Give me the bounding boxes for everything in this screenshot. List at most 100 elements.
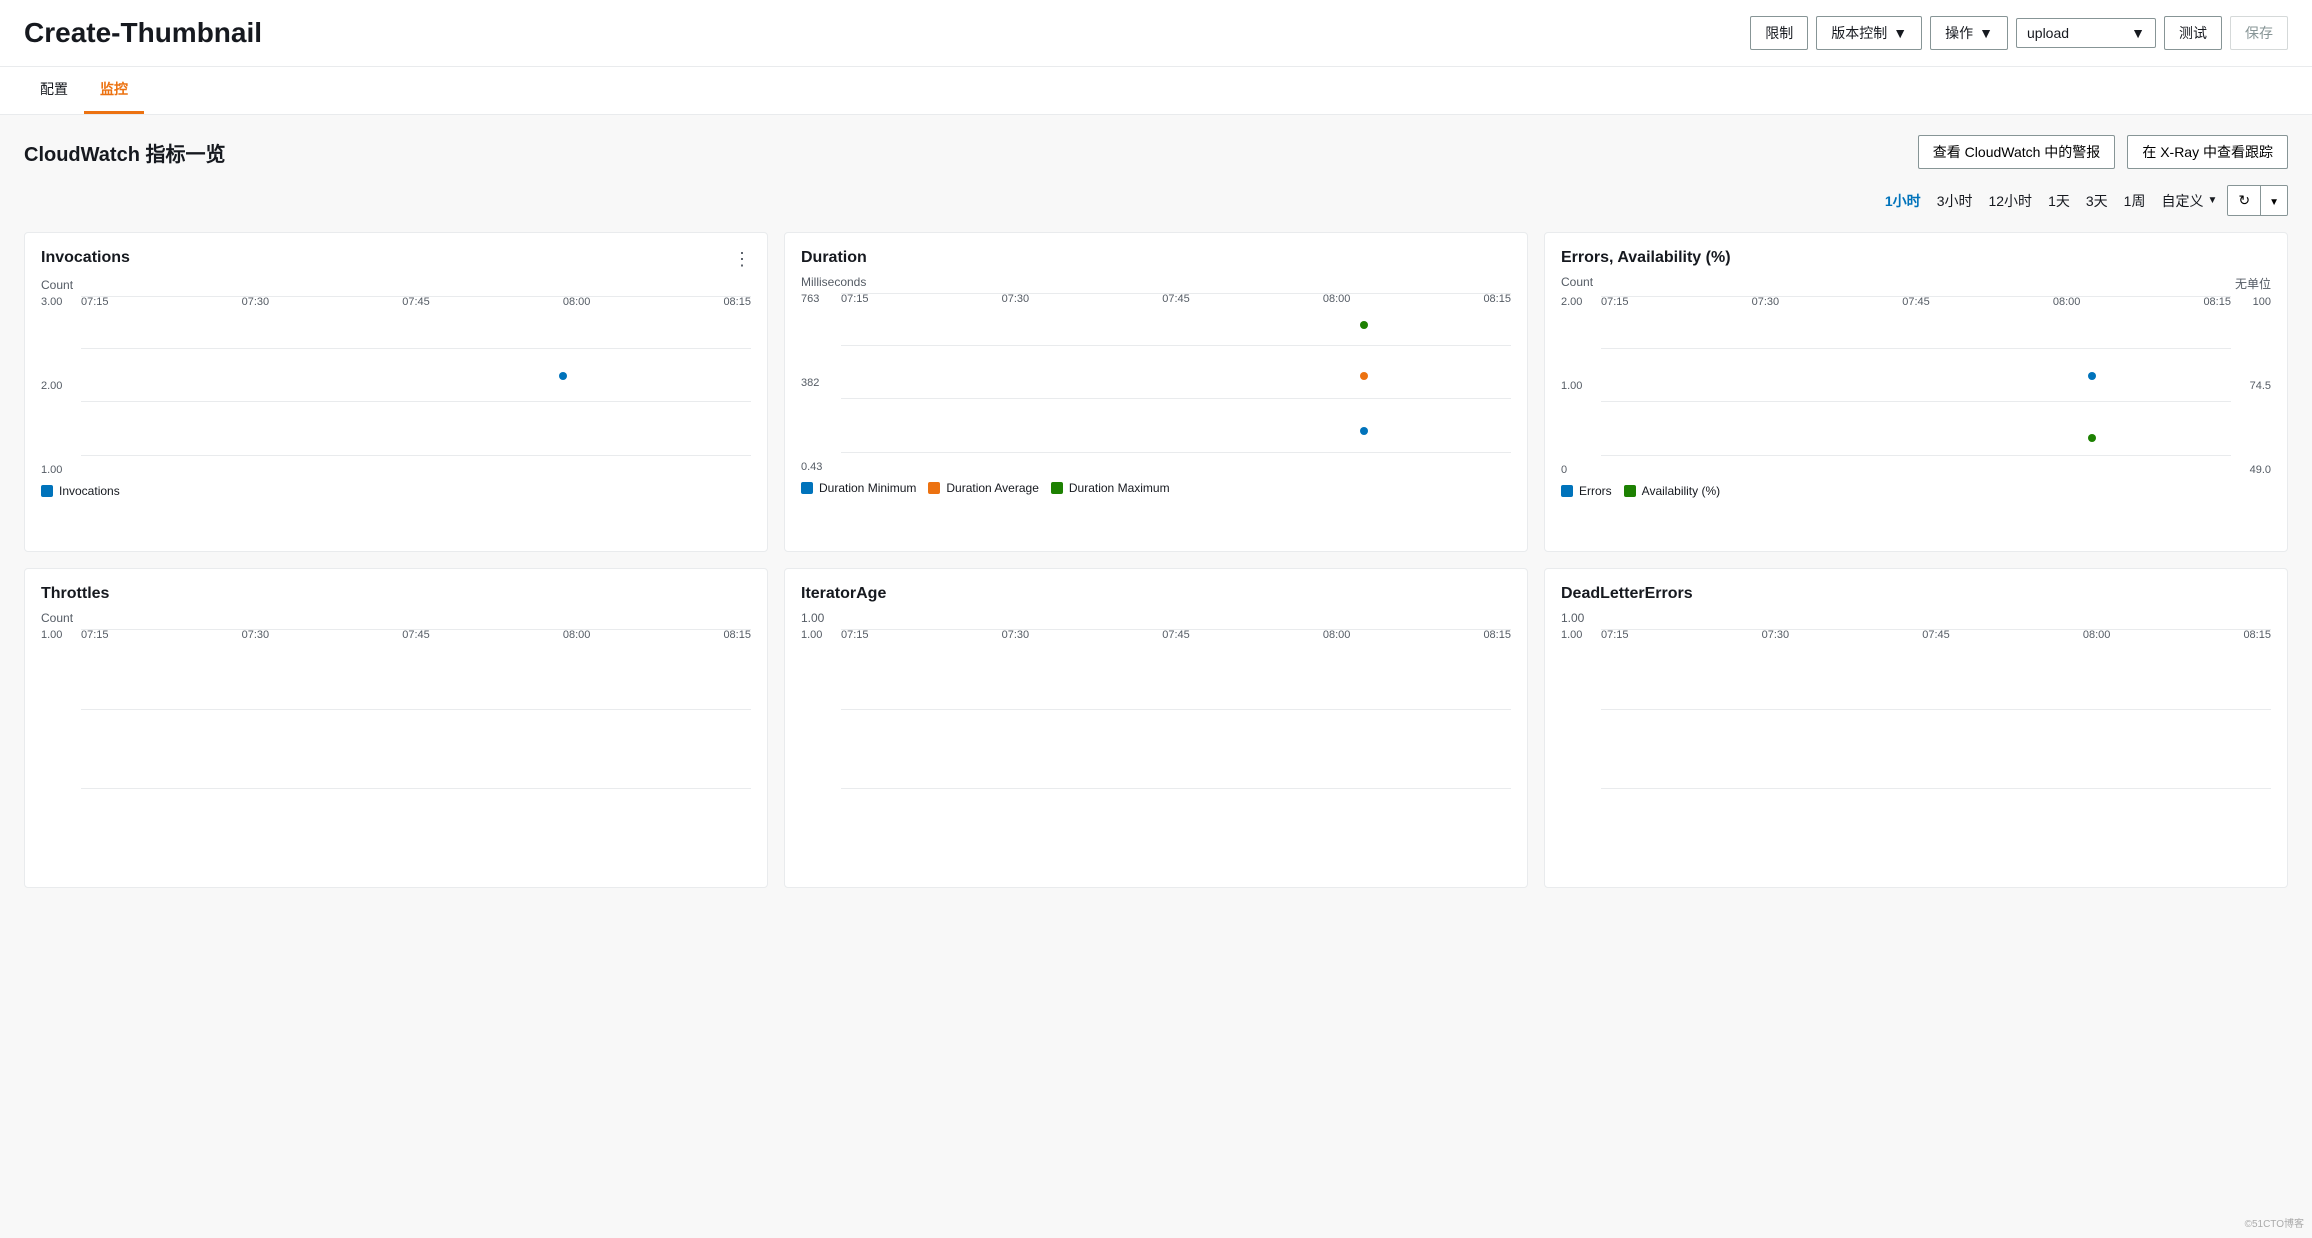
invocations-chart-header: Invocations ⋮ — [41, 249, 751, 270]
chevron-down-icon: ▼ — [2207, 195, 2217, 206]
test-button[interactable]: 测试 — [2164, 16, 2222, 50]
tab-monitor[interactable]: 监控 — [84, 67, 144, 114]
metrics-title: CloudWatch 指标一览 — [24, 138, 225, 167]
header-actions: 限制 版本控制 ▼ 操作 ▼ upload ▼ 测试 保存 — [1750, 16, 2288, 50]
invocations-chart: Invocations ⋮ Count 3.00 2.00 1.00 — [24, 232, 768, 552]
throttles-y-labels: 1.00 — [41, 629, 81, 809]
legend-duration-min-color — [801, 482, 813, 494]
errors-title: Errors, Availability (%) — [1561, 249, 1731, 267]
invocations-menu-icon[interactable]: ⋮ — [733, 249, 751, 270]
charts-grid: Invocations ⋮ Count 3.00 2.00 1.00 — [24, 232, 2288, 888]
duration-title: Duration — [801, 249, 867, 267]
dead-letter-chart-header: DeadLetterErrors — [1561, 585, 2271, 603]
iterator-age-unit: 1.00 — [801, 611, 1511, 625]
errors-legend: Errors Availability (%) — [1561, 484, 2271, 498]
chevron-down-icon: ▼ — [1979, 25, 1993, 41]
chevron-down-icon: ▼ — [1893, 25, 1907, 41]
duration-unit: Milliseconds — [801, 275, 1511, 289]
throttles-chart-header: Throttles — [41, 585, 751, 603]
legend-duration-max-color — [1051, 482, 1063, 494]
duration-plot — [841, 293, 1511, 453]
legend-invocations-color — [41, 485, 53, 497]
main-content: CloudWatch 指标一览 查看 CloudWatch 中的警报 在 X-R… — [0, 115, 2312, 908]
refresh-dropdown-button[interactable]: ▼ — [2260, 186, 2287, 215]
errors-unit: Count 无单位 — [1561, 275, 2271, 292]
page-header: Create-Thumbnail 限制 版本控制 ▼ 操作 ▼ upload ▼… — [0, 0, 2312, 67]
save-button[interactable]: 保存 — [2230, 16, 2288, 50]
time-3d[interactable]: 3天 — [2080, 187, 2114, 215]
cloudwatch-alerts-button[interactable]: 查看 CloudWatch 中的警报 — [1918, 135, 2116, 169]
errors-y-labels-left: 2.00 1.00 0 — [1561, 296, 1601, 476]
duration-min-dot — [1360, 427, 1368, 435]
dead-letter-title: DeadLetterErrors — [1561, 585, 1693, 603]
tab-config[interactable]: 配置 — [24, 67, 84, 114]
errors-y-labels-right: 100 74.5 49.0 — [2231, 296, 2271, 476]
invocations-unit: Count — [41, 278, 751, 292]
dead-letter-plot — [1601, 629, 2271, 789]
duration-avg-dot — [1360, 372, 1368, 380]
watermark: ©51CTO博客 — [2245, 1215, 2304, 1230]
invocations-title: Invocations — [41, 249, 130, 267]
errors-chart-header: Errors, Availability (%) — [1561, 249, 2271, 267]
refresh-icon: ↻ — [2238, 192, 2250, 209]
invocations-plot — [81, 296, 751, 456]
time-1d[interactable]: 1天 — [2042, 187, 2076, 215]
duration-y-labels: 763 382 0.43 — [801, 293, 841, 473]
duration-chart-header: Duration — [801, 249, 1511, 267]
iterator-age-y-labels: 1.00 — [801, 629, 841, 809]
legend-availability: Availability (%) — [1624, 484, 1720, 498]
errors-chart-area: 2.00 1.00 0 100 74.5 49.0 — [1561, 296, 2271, 476]
throttles-title: Throttles — [41, 585, 109, 603]
legend-errors-color — [1561, 485, 1573, 497]
invocations-dot — [559, 372, 567, 380]
xray-trace-button[interactable]: 在 X-Ray 中查看跟踪 — [2127, 135, 2288, 169]
duration-max-dot — [1360, 321, 1368, 329]
legend-availability-color — [1624, 485, 1636, 497]
throttles-chart-area: 1.00 07:15 07:30 07:45 08:00 08:15 — [41, 629, 751, 809]
duration-chart-area: 763 382 0.43 07:15 07:30 — [801, 293, 1511, 473]
dead-letter-y-labels: 1.00 — [1561, 629, 1601, 809]
dead-letter-chart: DeadLetterErrors 1.00 1.00 07:15 07:30 0… — [1544, 568, 2288, 888]
legend-errors: Errors — [1561, 484, 1612, 498]
page-title: Create-Thumbnail — [24, 17, 262, 49]
iterator-age-title: IteratorAge — [801, 585, 886, 603]
legend-invocations: Invocations — [41, 484, 120, 498]
limit-button[interactable]: 限制 — [1750, 16, 1808, 50]
errors-chart: Errors, Availability (%) Count 无单位 2.00 … — [1544, 232, 2288, 552]
iterator-age-plot — [841, 629, 1511, 789]
operations-button[interactable]: 操作 ▼ — [1930, 16, 2008, 50]
throttles-plot — [81, 629, 751, 789]
qualifier-select[interactable]: upload ▼ — [2016, 18, 2156, 48]
iterator-age-chart: IteratorAge 1.00 1.00 07:15 07:30 07:45 … — [784, 568, 1528, 888]
dead-letter-chart-area: 1.00 07:15 07:30 07:45 08:00 08:15 — [1561, 629, 2271, 809]
time-3h[interactable]: 3小时 — [1931, 187, 1979, 215]
iterator-age-chart-header: IteratorAge — [801, 585, 1511, 603]
legend-duration-max: Duration Maximum — [1051, 481, 1170, 495]
time-1h[interactable]: 1小时 — [1879, 187, 1927, 215]
time-range-bar: 1小时 3小时 12小时 1天 3天 1周 自定义 ▼ ↻ ▼ — [24, 185, 2288, 216]
refresh-group: ↻ ▼ — [2227, 185, 2288, 216]
time-12h[interactable]: 12小时 — [1982, 187, 2038, 215]
errors-dot — [2088, 372, 2096, 380]
time-1w[interactable]: 1周 — [2118, 187, 2152, 215]
time-custom[interactable]: 自定义 ▼ — [2155, 187, 2223, 215]
dead-letter-unit: 1.00 — [1561, 611, 2271, 625]
invocations-y-labels: 3.00 2.00 1.00 — [41, 296, 81, 476]
invocations-legend: Invocations — [41, 484, 751, 498]
availability-dot — [2088, 434, 2096, 442]
tabs-bar: 配置 监控 — [0, 67, 2312, 115]
legend-duration-avg-color — [928, 482, 940, 494]
metrics-header: CloudWatch 指标一览 查看 CloudWatch 中的警报 在 X-R… — [24, 135, 2288, 169]
metrics-actions: 查看 CloudWatch 中的警报 在 X-Ray 中查看跟踪 — [1918, 135, 2288, 169]
iterator-age-chart-area: 1.00 07:15 07:30 07:45 08:00 08:15 — [801, 629, 1511, 809]
version-control-button[interactable]: 版本控制 ▼ — [1816, 16, 1922, 50]
legend-duration-avg: Duration Average — [928, 481, 1039, 495]
throttles-unit: Count — [41, 611, 751, 625]
throttles-chart: Throttles Count 1.00 07:15 07:30 07:45 0… — [24, 568, 768, 888]
chevron-down-icon: ▼ — [2269, 197, 2279, 208]
refresh-button[interactable]: ↻ — [2228, 186, 2260, 215]
chevron-down-icon: ▼ — [2131, 25, 2145, 41]
legend-duration-min: Duration Minimum — [801, 481, 916, 495]
invocations-chart-area: 3.00 2.00 1.00 07:15 07:30 07:45 08:00 — [41, 296, 751, 476]
duration-chart: Duration Milliseconds 763 382 0.43 — [784, 232, 1528, 552]
